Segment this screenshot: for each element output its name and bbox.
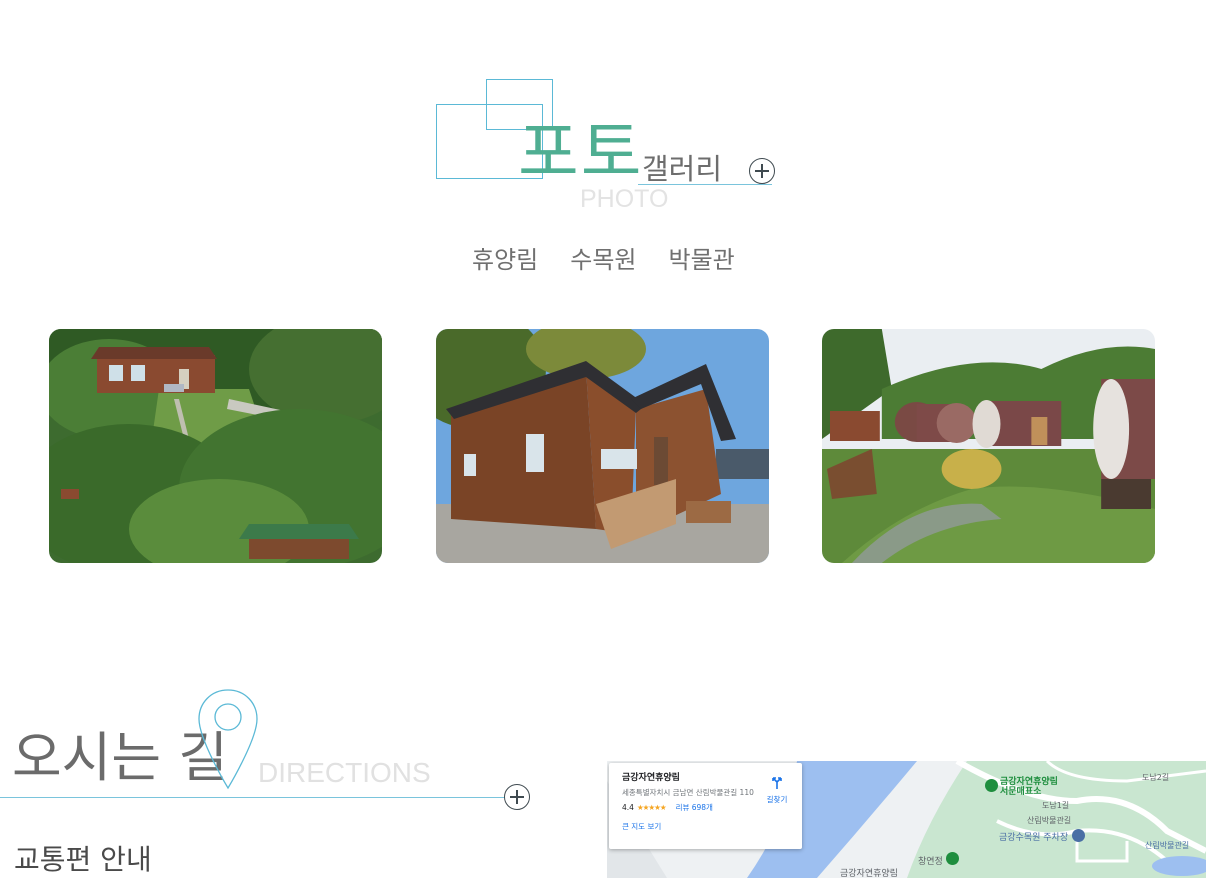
rating-value: 4.4 [622, 803, 634, 812]
gallery-tabs: 휴양림 수목원 박물관 [472, 245, 735, 275]
place-address: 세종특별자치시 금남면 산림박물관길 110 [622, 788, 754, 797]
gallery-photo-wooden-cabin[interactable] [436, 329, 769, 563]
gallery-title-main: 포토 [518, 114, 644, 191]
traffic-info-title: 교통편 안내 [14, 843, 152, 876]
map-directions-button[interactable]: 길찾기 [762, 775, 792, 805]
directions-more-plus-icon[interactable] [504, 784, 530, 810]
location-pin-icon [198, 689, 258, 790]
directions-subtitle: DIRECTIONS [258, 757, 431, 788]
gallery-subtitle: PHOTO [580, 185, 669, 213]
rating-stars-icon: ★★★★★ [636, 803, 667, 812]
tab-museum[interactable]: 박물관 [669, 245, 735, 275]
map-label-road-2: 도남2길 [1142, 773, 1170, 782]
reviews-link[interactable]: 리뷰 698개 [676, 803, 713, 813]
map-label-forest-office[interactable]: 금강자연휴양림 [1000, 777, 1058, 787]
directions-label: 길찾기 [766, 795, 788, 804]
map-place-card: 금강자연휴양림 세종특별자치시 금남면 산림박물관길 110 4.4 ★★★★★… [609, 763, 802, 849]
map-label-changyeonjeong[interactable]: 창연정 [918, 857, 943, 867]
map-label-forest-bottom[interactable]: 금강자연휴양림 [840, 869, 898, 878]
map-label-arboretum-parking[interactable]: 금강수목원 주차장 [999, 833, 1068, 843]
map-label-museum[interactable]: 산림박물관길 [1145, 841, 1189, 851]
map-label-museum-road: 산림박물관길 [1027, 816, 1072, 825]
map-label-road-1: 도남1길 [1042, 801, 1070, 810]
gallery-more-plus-icon[interactable] [749, 158, 775, 184]
view-larger-map-link[interactable]: 큰 지도 보기 [622, 822, 792, 832]
gallery-photo-forest-lodge[interactable] [49, 329, 382, 563]
map-label-forest-office-sub: 서문매표소 [1000, 787, 1042, 797]
changyeonjeong-pin-icon[interactable] [946, 852, 959, 865]
directions-underline [0, 797, 505, 798]
directions-title: 오시는 길 [12, 726, 228, 789]
tab-recreation-forest[interactable]: 휴양림 [472, 245, 538, 275]
directions-arrow-icon [772, 777, 782, 789]
park-pin-icon[interactable] [985, 779, 998, 792]
tab-arboretum[interactable]: 수목원 [570, 245, 636, 275]
gallery-title-secondary: 갤러리 [642, 152, 723, 186]
gallery-photo-barrel-cabins[interactable] [822, 329, 1155, 563]
parking-pin-icon[interactable] [1072, 829, 1085, 842]
embedded-map[interactable]: 금강자연휴양림 서문매표소 도남1길 도남2길 산림박물관길 금강수목원 주차장… [607, 761, 1206, 878]
